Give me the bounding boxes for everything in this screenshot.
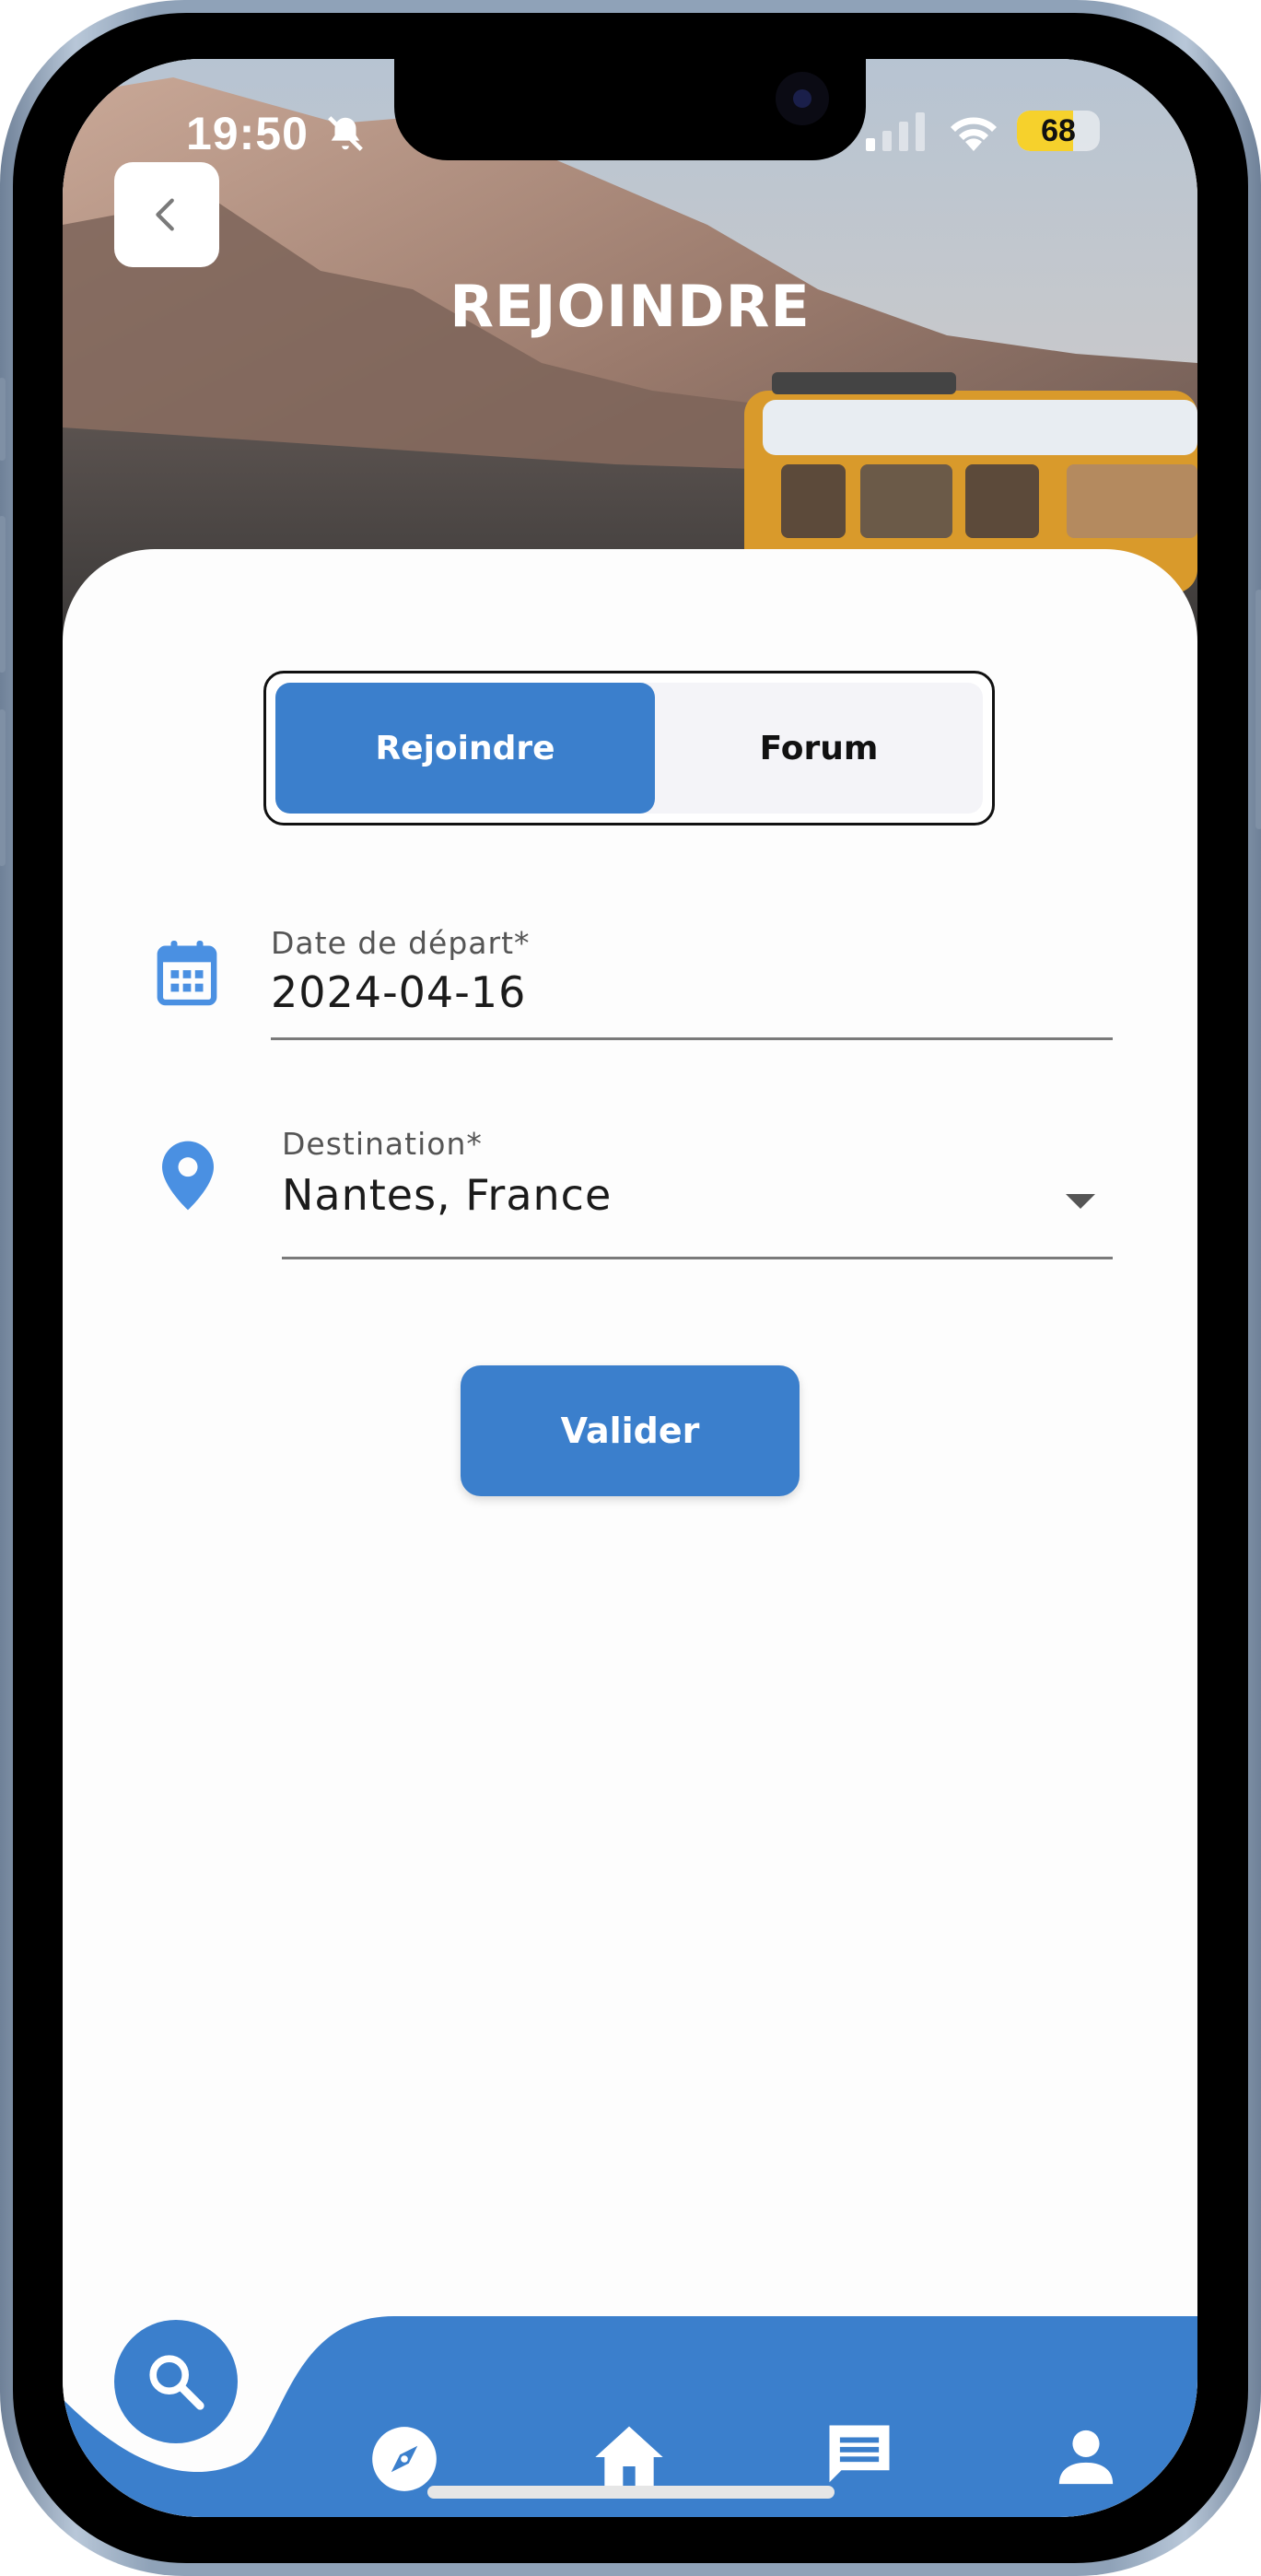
date-field-value[interactable]: 2024-04-16	[271, 967, 526, 1017]
mute-switch	[0, 378, 6, 461]
tab-forum[interactable]: Forum	[655, 683, 983, 814]
date-field-label: Date de départ*	[271, 925, 531, 961]
cellular-signal-icon	[866, 112, 925, 151]
validate-button[interactable]: Valider	[461, 1365, 800, 1496]
battery-indicator: 68	[1017, 111, 1100, 151]
home-indicator[interactable]	[427, 2486, 835, 2499]
battery-level: 68	[1041, 113, 1076, 148]
wifi-icon	[951, 117, 997, 151]
chat-icon	[829, 2425, 890, 2483]
destination-field-value[interactable]: Nantes, France	[282, 1170, 612, 1220]
volume-up-button	[0, 516, 6, 673]
home-icon	[595, 2426, 663, 2488]
volume-down-button	[0, 709, 6, 866]
front-camera	[776, 72, 829, 125]
mode-toggle: Rejoindre Forum	[263, 671, 995, 825]
power-button	[1255, 590, 1261, 829]
search-icon	[149, 2355, 204, 2410]
compass-icon	[372, 2427, 437, 2491]
chevron-left-icon	[156, 198, 174, 231]
status-time: 19:50	[186, 108, 309, 159]
nav-item-messages[interactable]	[818, 2414, 901, 2497]
page-title: REJOINDRE	[450, 273, 811, 340]
phone-frame: 19:50 68 REJOINDRE Rejoindre Forum Date …	[0, 0, 1261, 2576]
destination-field-underline	[282, 1257, 1113, 1259]
tab-rejoindre[interactable]: Rejoindre	[275, 683, 655, 814]
date-field-underline	[271, 1037, 1113, 1040]
person-icon	[1058, 2430, 1114, 2485]
display-notch	[394, 59, 866, 160]
calendar-icon[interactable]	[155, 938, 219, 1008]
back-button[interactable]	[114, 162, 219, 267]
bell-slash-icon	[328, 116, 363, 151]
caret-down-icon[interactable]	[1064, 1190, 1097, 1212]
search-button[interactable]	[114, 2320, 238, 2443]
app-screen: 19:50 68 REJOINDRE Rejoindre Forum Date …	[63, 59, 1197, 2517]
toggle-track: Rejoindre Forum	[275, 683, 983, 814]
destination-field-label: Destination*	[282, 1126, 483, 1162]
location-pin-icon	[162, 1141, 214, 1211]
nav-item-profile[interactable]	[1045, 2416, 1127, 2499]
content-card	[63, 549, 1197, 2517]
